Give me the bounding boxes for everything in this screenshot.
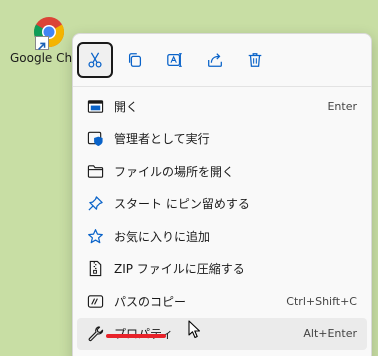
menu-item-shortcut: Enter bbox=[327, 99, 357, 113]
folder-icon bbox=[86, 162, 104, 180]
pin-icon bbox=[86, 195, 104, 213]
menu-item-label: スタート にピン留めする bbox=[114, 197, 250, 211]
toolbar-divider bbox=[73, 86, 371, 87]
open-window-icon bbox=[86, 97, 104, 115]
delete-button[interactable] bbox=[237, 42, 273, 78]
menu-item-open-file-location[interactable]: ファイルの場所を開く bbox=[77, 155, 367, 187]
mouse-cursor-icon bbox=[188, 320, 201, 339]
menu-item-open[interactable]: 開く Enter bbox=[77, 90, 367, 122]
desktop: Google Chr 開く Enter 管理者として実行 ファイルの場所を開く … bbox=[0, 0, 378, 356]
rename-icon bbox=[167, 53, 182, 67]
desktop-shortcut-chrome[interactable]: Google Chr bbox=[8, 16, 72, 70]
menu-item-label: 管理者として実行 bbox=[114, 132, 210, 146]
star-icon bbox=[86, 227, 104, 245]
rename-button[interactable] bbox=[157, 42, 193, 78]
shield-icon bbox=[86, 130, 104, 148]
wrench-icon bbox=[86, 325, 104, 343]
menu-item-run-as-admin[interactable]: 管理者として実行 bbox=[77, 123, 367, 155]
copy-button[interactable] bbox=[117, 42, 153, 78]
menu-item-shortcut: Alt+Enter bbox=[303, 327, 357, 340]
menu-item-label: パスのコピー bbox=[114, 294, 187, 309]
menu-item-shortcut: Ctrl+Shift+C bbox=[286, 294, 357, 308]
menu-item-pin-to-start[interactable]: スタート にピン留めする bbox=[77, 188, 367, 220]
menu-item-copy-path[interactable]: パスのコピー Ctrl+Shift+C bbox=[77, 285, 367, 317]
trash-icon bbox=[248, 53, 262, 67]
copy-icon bbox=[128, 53, 142, 67]
path-copy-icon bbox=[86, 292, 104, 310]
cut-button[interactable] bbox=[77, 42, 113, 78]
menu-item-add-to-favorites[interactable]: お気に入りに追加 bbox=[77, 220, 367, 252]
scissors-icon bbox=[88, 52, 102, 68]
context-menu: 開く Enter 管理者として実行 ファイルの場所を開く スタート にピン留めす… bbox=[72, 33, 372, 356]
context-menu-toolbar bbox=[77, 42, 273, 78]
share-button[interactable] bbox=[197, 42, 233, 78]
annotation-underline bbox=[106, 334, 166, 338]
zip-icon bbox=[86, 260, 104, 278]
menu-item-label: 開く bbox=[114, 99, 139, 114]
menu-item-label: ZIP ファイルに圧縮する bbox=[114, 262, 245, 276]
context-menu-items: 開く Enter 管理者として実行 ファイルの場所を開く スタート にピン留めす… bbox=[77, 90, 367, 350]
shortcut-arrow-icon bbox=[35, 36, 49, 50]
share-icon bbox=[208, 53, 222, 67]
desktop-icon-label: Google Chr bbox=[10, 51, 72, 65]
menu-item-label: お気に入りに追加 bbox=[114, 229, 211, 244]
menu-item-compress-zip[interactable]: ZIP ファイルに圧縮する bbox=[77, 253, 367, 285]
menu-item-label: ファイルの場所を開く bbox=[114, 164, 235, 179]
